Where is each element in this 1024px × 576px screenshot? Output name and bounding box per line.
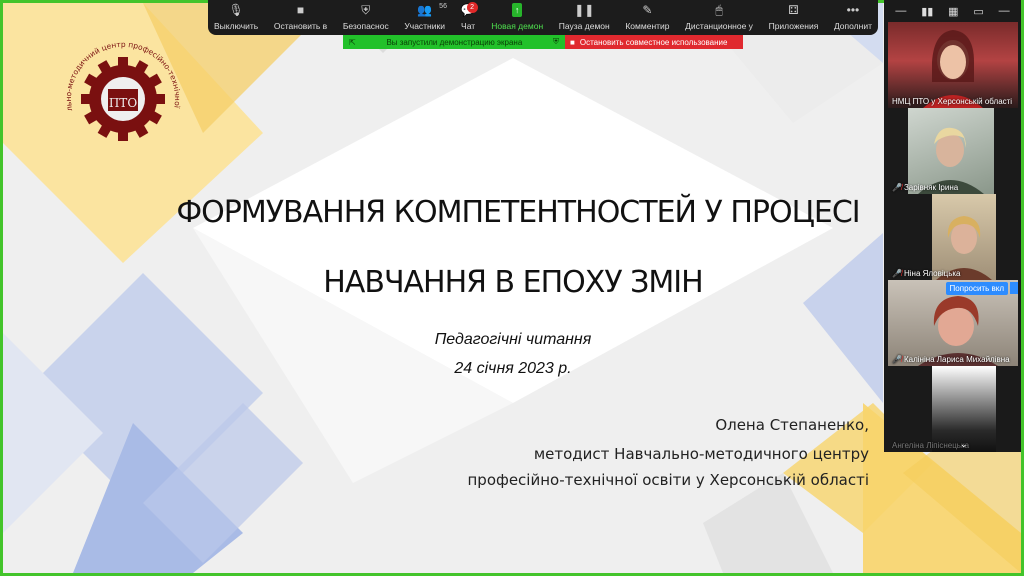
video-icon: ■	[296, 3, 305, 17]
presentation-slide: ПТО Навчально-методичний центр професійн…	[3, 3, 1021, 573]
video-tile[interactable]: 🎤̸ Ніна Яловіцька	[888, 194, 1018, 280]
muted-mic-icon: 🎤̸	[892, 183, 902, 192]
share-screen-icon: ↑	[511, 3, 523, 17]
mic-icon: 🎙	[228, 3, 244, 17]
chat-button[interactable]: 💬2Чат	[461, 0, 478, 34]
chat-badge: 2	[466, 2, 478, 13]
author-position: методист Навчально-методичного центру	[533, 445, 869, 463]
slide-event: Педагогічні читання	[434, 331, 592, 348]
toolbar-label: Остановить в	[273, 21, 328, 31]
participant-name: 🎤̸ Калініна Лариса Михайлівна	[892, 355, 1010, 364]
grid-icon[interactable]: ▦	[948, 5, 958, 18]
toolbar-label: Новая демон	[491, 21, 544, 31]
muted-mic-icon: 🎤̸	[892, 355, 902, 364]
participant-name: НМЦ ПТО у Херсонській області	[892, 97, 1013, 106]
participant-name: Ангеліна Ліпіснецька	[892, 441, 970, 450]
remote-control-icon: 🖱	[715, 3, 723, 17]
participant-name-text: Калініна Лариса Михайлівна	[903, 355, 1010, 364]
stop-icon: ■	[570, 37, 575, 47]
ask-more-button[interactable]	[1010, 282, 1018, 294]
pause-icon: ❚❚	[574, 3, 595, 17]
minimize-icon[interactable]: —	[895, 5, 906, 17]
toolbar-label: Комментир	[625, 21, 670, 31]
logo: ПТО Навчально-методичний центр професійн…	[58, 31, 182, 141]
author-organization: професійно-технічної освіти у Херсонські…	[467, 471, 870, 489]
slide-title-line1: ФОРМУВАННЯ КОМПЕТЕНТНОСТЕЙ У ПРОЦЕСІ	[176, 195, 860, 230]
annotate-button[interactable]: ✎ Комментир	[625, 0, 669, 34]
toolbar-label: Чат	[461, 21, 476, 31]
annotate-icon: ✎	[642, 3, 653, 17]
share-message: ⇱ Вы запустили демонстрацию экрана ⛨	[343, 35, 565, 49]
toolbar-label: Пауза демон	[558, 21, 610, 31]
participant-count: 56	[439, 3, 447, 10]
apps-icon: ⚃	[788, 3, 799, 17]
video-tile[interactable]: Ангеліна Ліпіснецька ⌄	[888, 366, 1018, 452]
window-icon[interactable]: ▭	[973, 5, 983, 18]
more-button[interactable]: ••• Дополнит	[834, 0, 872, 34]
toolbar-label: Выключить	[214, 21, 259, 31]
video-button[interactable]: ■ Остановить в	[274, 0, 327, 34]
share-arrow-icon: ⇱	[349, 37, 356, 47]
meeting-toolbar: 🎙 Выключить ■ Остановить в ⛨ Безопаснос 👥 56 Уча…	[208, 0, 878, 35]
muted-mic-icon: 🎤̸	[892, 269, 902, 278]
participant-name-text: Зарівняк Ірина	[903, 183, 959, 192]
video-tile[interactable]: НМЦ ПТО у Херсонській області	[888, 22, 1018, 108]
participants-button[interactable]: 👥 56 Участники	[404, 0, 447, 34]
participants-icon: 👥	[417, 3, 433, 17]
share-status-bar: ⇱ Вы запустили демонстрацию экрана ⛨ ■ О…	[343, 35, 743, 49]
shield-button[interactable]: ⛨ Безопаснос	[343, 0, 389, 34]
toolbar-label: Приложения	[768, 21, 819, 31]
toolbar-label: Дистанционное у	[685, 21, 753, 31]
participant-name: 🎤̸ Зарівняк Ірина	[892, 183, 958, 192]
toolbar-label: Участники	[404, 21, 445, 31]
share-message-text: Вы запустили демонстрацию экрана	[386, 37, 523, 47]
stop-share-button[interactable]: ■ Остановить совместное использование	[565, 35, 743, 49]
slide-title-line2: НАВЧАННЯ В ЕПОХУ ЗМІН	[323, 265, 703, 300]
logo-mark: ПТО	[109, 96, 137, 110]
share-screen-button[interactable]: ↑ Новая демон	[491, 0, 543, 34]
pause-button[interactable]: ❚❚ Пауза демон	[559, 0, 610, 34]
toolbar-label: Безопаснос	[342, 21, 389, 31]
apps-button[interactable]: ⚃ Приложения	[769, 0, 819, 34]
slide-date: 24 січня 2023 р.	[454, 360, 572, 377]
more-icon: •••	[846, 3, 860, 17]
view-layout-icon[interactable]: ▮▮	[921, 5, 933, 18]
participant-name: 🎤̸ Ніна Яловіцька	[892, 269, 961, 278]
collapse-icon[interactable]: —	[999, 5, 1010, 17]
shield-icon: ⛨	[361, 3, 371, 17]
toolbar-label: Дополнит	[833, 21, 872, 31]
stop-share-label: Остановить совместное использование	[579, 37, 728, 47]
author-name: Олена Степаненко,	[715, 416, 869, 434]
ask-unmute-button[interactable]: Попросить вкл	[945, 282, 1008, 295]
chevron-down-icon[interactable]: ⌄	[960, 439, 968, 450]
mic-button[interactable]: 🎙 Выключить	[214, 0, 258, 34]
participant-name-text: Ніна Яловіцька	[903, 269, 961, 278]
video-tile[interactable]: 🎤̸ Зарівняк Ірина	[888, 108, 1018, 194]
remote-control-button[interactable]: 🖱 Дистанционное у	[685, 0, 753, 34]
participants-panel: — ▮▮ ▦ ▭ — НМЦ ПТО у Херсонській області 🎤̸ З…	[884, 0, 1021, 452]
video-tile[interactable]: Попросить вкл 🎤̸ Калініна Лариса Михайлів…	[888, 280, 1018, 366]
panel-controls: — ▮▮ ▦ ▭ —	[884, 0, 1021, 22]
shield-check-icon: ⛨	[553, 37, 559, 46]
